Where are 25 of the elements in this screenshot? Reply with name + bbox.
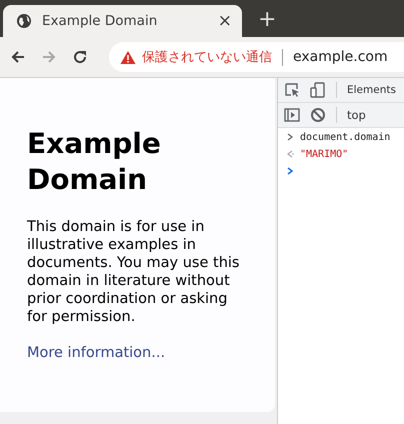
close-icon[interactable]: ×	[218, 12, 232, 30]
browser-tab[interactable]: Example Domain ×	[3, 5, 242, 37]
device-icon[interactable]	[310, 82, 326, 98]
sidebar-toggle-icon[interactable]	[284, 107, 300, 123]
new-tab-button[interactable]: +	[258, 9, 276, 31]
paragraph: This domain is for use in illustrative examples in documents. You may use this domain in literature without prior coordination or asking for permission.	[27, 218, 240, 326]
page-heading: Example Domain	[27, 126, 162, 198]
console-result-text: "MARIMO"	[300, 148, 348, 160]
inspect-icon[interactable]	[284, 82, 300, 98]
reload-icon[interactable]	[72, 49, 88, 65]
tab-title: Example Domain	[42, 13, 158, 29]
url-text: example.com	[293, 49, 388, 65]
more-info-link[interactable]: More information...	[27, 345, 166, 362]
warning-icon	[120, 50, 136, 64]
clear-console-icon[interactable]	[310, 107, 326, 123]
globe-icon	[16, 13, 32, 29]
address-bar[interactable]: 保護されていない通信 example.com	[109, 42, 404, 72]
console-command-text: document.domain	[300, 132, 390, 142]
context-selector[interactable]: top	[347, 108, 366, 122]
chevron-icon	[286, 132, 294, 142]
result-arrow-icon	[286, 149, 294, 159]
prompt-icon[interactable]	[286, 166, 294, 176]
back-arrow-icon[interactable]	[10, 49, 26, 65]
security-warning: 保護されていない通信	[142, 49, 272, 66]
devtools-tab[interactable]: Elements	[347, 84, 396, 96]
